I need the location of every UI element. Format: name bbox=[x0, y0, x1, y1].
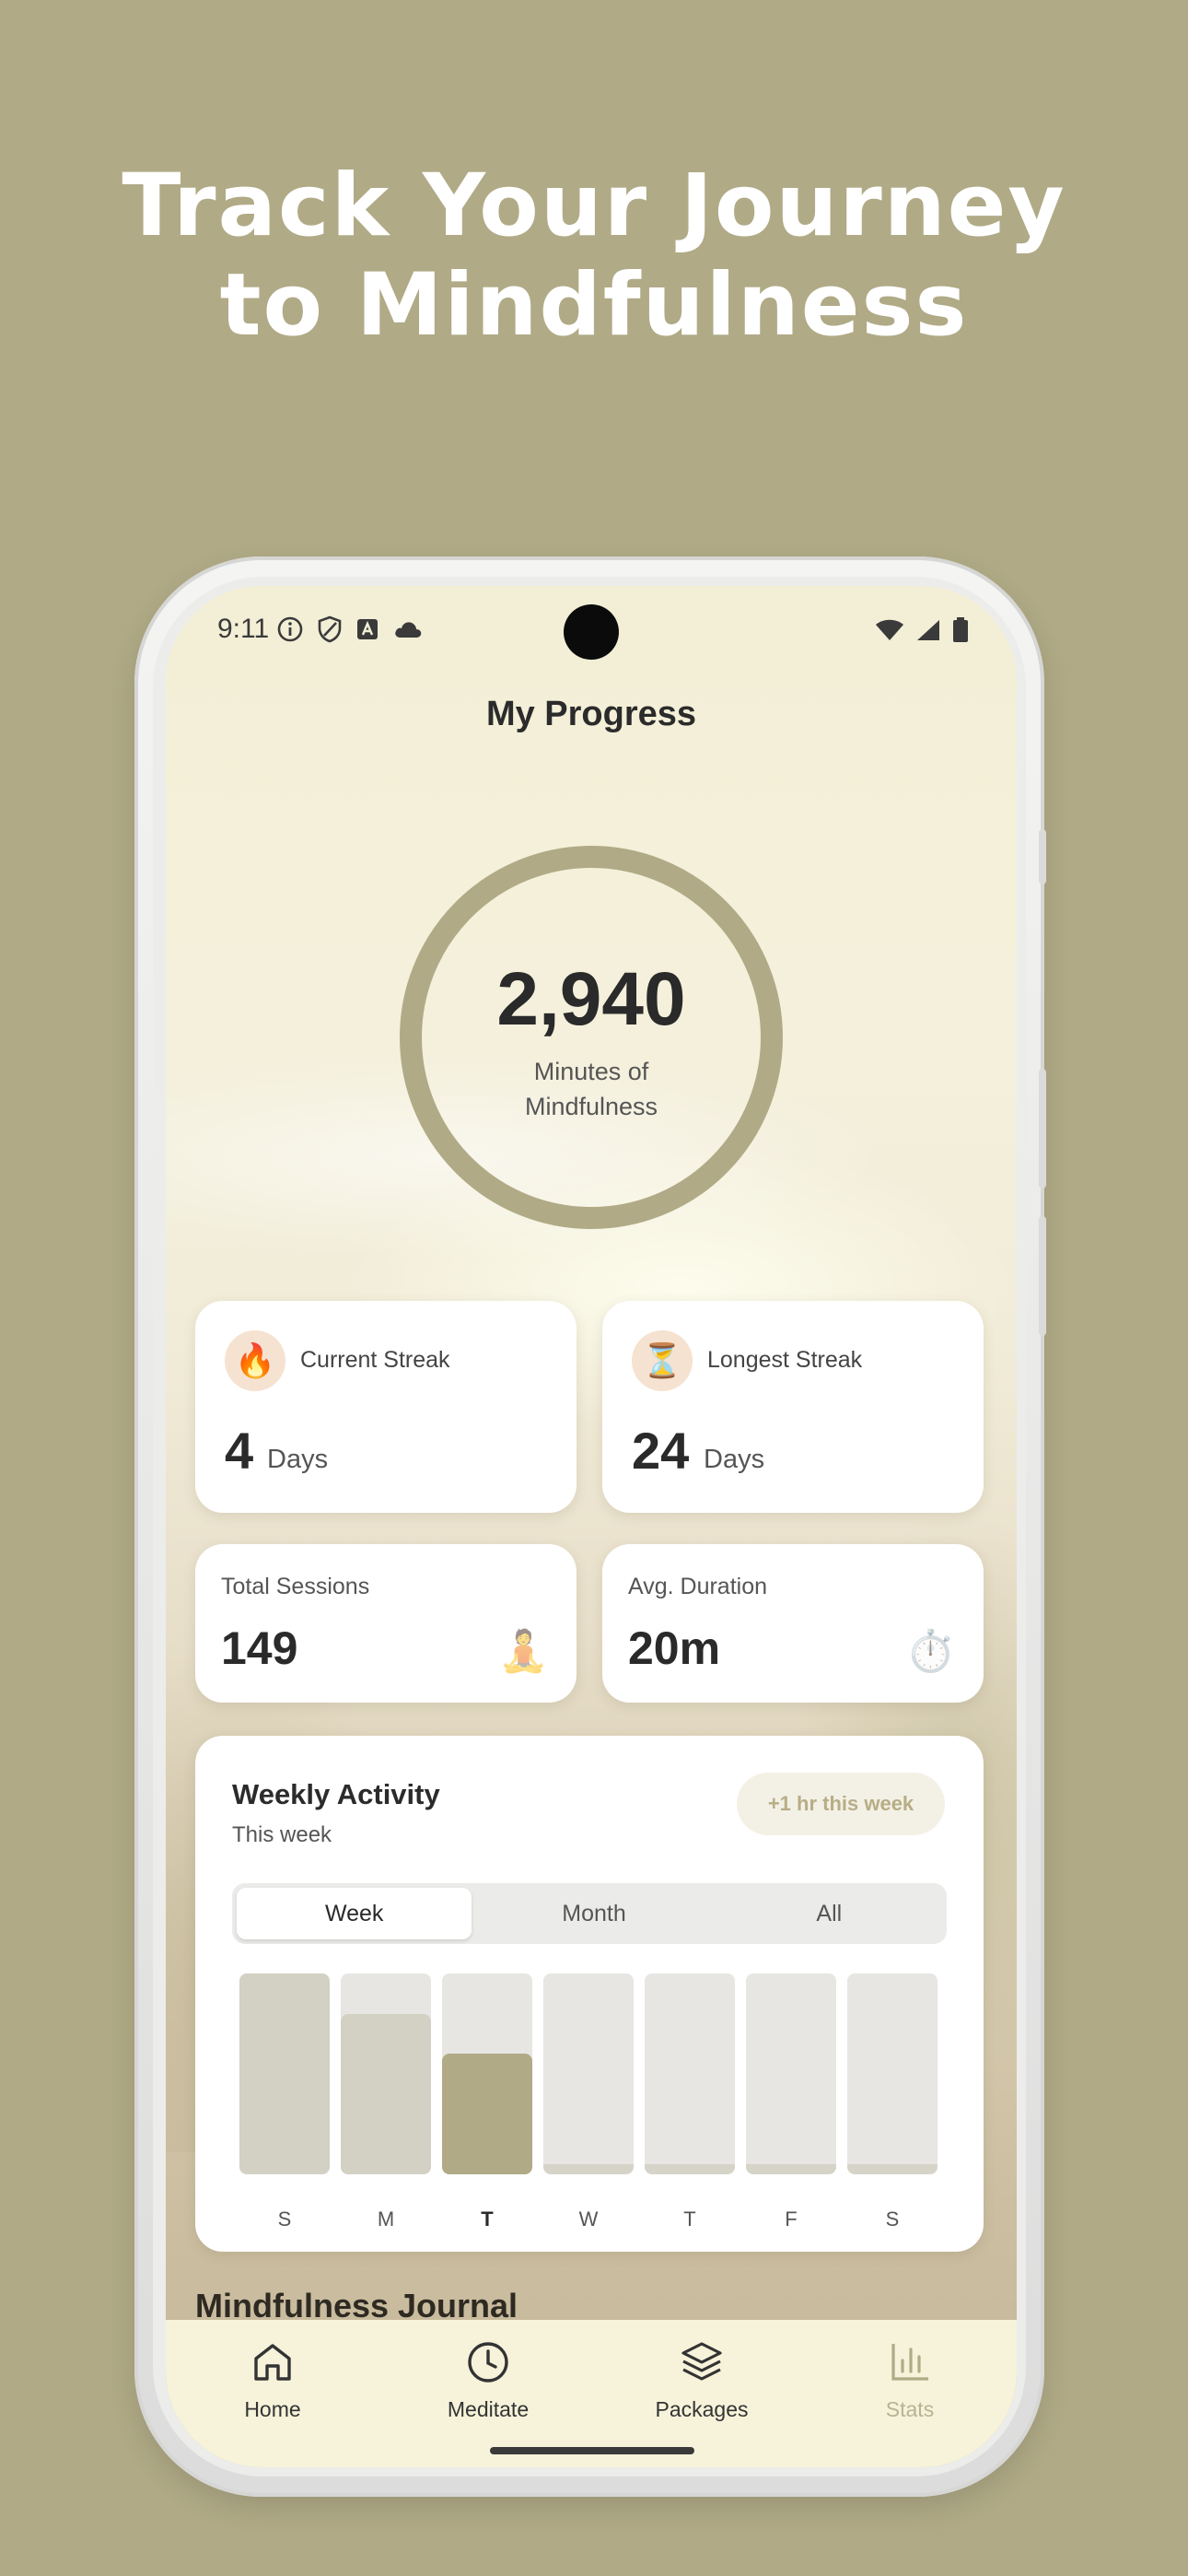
tab-home-label: Home bbox=[244, 2397, 301, 2421]
tab-meditate[interactable]: Meditate bbox=[396, 2338, 580, 2422]
bar-day-label: S bbox=[277, 2207, 292, 2231]
tab-packages[interactable]: Packages bbox=[610, 2338, 794, 2422]
weekly-activity-title: Weekly Activity bbox=[232, 1778, 440, 1810]
minutes-ring: 2,940 Minutes of Mindfulness bbox=[400, 846, 783, 1229]
cloud-icon bbox=[395, 622, 422, 638]
bar-6[interactable] bbox=[847, 1973, 938, 2174]
bar-fill-1 bbox=[341, 2014, 431, 2174]
avg-duration-label: Avg. Duration bbox=[628, 1574, 768, 1599]
hourglass-icon: ⏳ bbox=[632, 1330, 693, 1391]
phone-side-button bbox=[1039, 829, 1046, 884]
meditation-icon: 🧘 bbox=[498, 1628, 549, 1675]
home-indicator[interactable] bbox=[490, 2447, 694, 2454]
page-title: My Progress bbox=[485, 695, 697, 733]
bar-fill-2 bbox=[442, 2054, 532, 2174]
minutes-label: Minutes of Mindfulness bbox=[524, 1058, 658, 1120]
status-time: 9:11 bbox=[217, 614, 270, 644]
bar-day-label: T bbox=[481, 2207, 494, 2231]
status-bar: 9:11 bbox=[166, 586, 1017, 674]
period-segmented-control: Week Month All bbox=[232, 1883, 947, 1944]
longest-streak-value: 24 bbox=[632, 1422, 690, 1480]
bar-2[interactable] bbox=[442, 1973, 532, 2174]
bar-fill-6 bbox=[847, 2164, 938, 2174]
fire-icon: 🔥 bbox=[225, 1330, 285, 1391]
weekly-bar-chart: SMTWTFS bbox=[239, 1973, 943, 2237]
bar-day-label: T bbox=[683, 2207, 696, 2231]
signal-icon bbox=[917, 620, 939, 640]
weekly-change-badge: +1 hr this week bbox=[737, 1773, 945, 1835]
current-streak-value: 4 bbox=[225, 1422, 254, 1480]
total-sessions-value: 149 bbox=[221, 1622, 298, 1674]
total-sessions-label: Total Sessions bbox=[221, 1574, 370, 1599]
bar-fill-4 bbox=[645, 2164, 735, 2174]
longest-streak-card[interactable]: ⏳ Longest Streak 24 Days bbox=[602, 1301, 984, 1513]
tab-month[interactable]: Month bbox=[476, 1883, 711, 1944]
headline-line-1: Track Your Journey bbox=[122, 156, 1066, 256]
bar-fill-5 bbox=[746, 2164, 836, 2174]
bar-day-label: S bbox=[885, 2207, 900, 2231]
current-streak-unit: Days bbox=[267, 1445, 329, 1474]
current-streak-label: Current Streak bbox=[300, 1347, 450, 1373]
longest-streak-unit: Days bbox=[704, 1445, 765, 1474]
phone-side-button bbox=[1039, 1069, 1046, 1188]
tab-meditate-label: Meditate bbox=[447, 2397, 530, 2421]
weekly-activity-subtitle: This week bbox=[232, 1822, 332, 1847]
stopwatch-icon: ⏱️ bbox=[905, 1628, 956, 1675]
phone-side-button bbox=[1039, 1216, 1046, 1336]
tab-packages-label: Packages bbox=[655, 2397, 749, 2421]
bar-day-label: W bbox=[578, 2207, 599, 2231]
avg-duration-value: 20m bbox=[628, 1622, 721, 1674]
wifi-icon bbox=[876, 619, 903, 640]
tab-all[interactable]: All bbox=[712, 1883, 947, 1944]
tab-stats[interactable]: Stats bbox=[818, 2338, 1002, 2422]
bar-day-label: F bbox=[785, 2207, 798, 2231]
bar-fill-0 bbox=[239, 1973, 330, 2174]
clock-icon bbox=[468, 2342, 508, 2383]
longest-streak-label: Longest Streak bbox=[707, 1347, 863, 1373]
headline: Track Your Journey to Mindfulness bbox=[0, 157, 1188, 356]
tab-home[interactable]: Home bbox=[181, 2338, 365, 2422]
bar-4[interactable] bbox=[645, 1973, 735, 2174]
app-screen: 9:11 My Progress 2,940 Minutes of Mindfu… bbox=[166, 586, 1017, 2467]
total-sessions-card[interactable]: Total Sessions 149 🧘 bbox=[195, 1544, 577, 1703]
current-streak-card[interactable]: 🔥 Current Streak 4 Days bbox=[195, 1301, 577, 1513]
bar-0[interactable] bbox=[239, 1973, 330, 2174]
shield-icon bbox=[318, 615, 342, 643]
home-icon bbox=[254, 2344, 291, 2381]
bar-3[interactable] bbox=[543, 1973, 634, 2174]
avg-duration-card[interactable]: Avg. Duration 20m ⏱️ bbox=[602, 1544, 984, 1703]
front-camera bbox=[564, 604, 619, 660]
battery-icon bbox=[953, 617, 968, 642]
layers-icon bbox=[681, 2342, 722, 2381]
a-icon bbox=[357, 619, 378, 639]
bar-5[interactable] bbox=[746, 1973, 836, 2174]
tab-stats-label: Stats bbox=[885, 2397, 935, 2421]
minutes-value: 2,940 bbox=[496, 957, 686, 1041]
tab-week[interactable]: Week bbox=[237, 1888, 472, 1939]
info-icon bbox=[277, 616, 303, 642]
bar-fill-3 bbox=[543, 2164, 634, 2174]
bottom-tab-bar: Home Meditate Packages Stats bbox=[166, 2320, 1017, 2467]
bar-chart-icon bbox=[891, 2344, 928, 2381]
bar-1[interactable] bbox=[341, 1973, 431, 2174]
bar-day-label: M bbox=[377, 2207, 395, 2231]
weekly-activity-card: Weekly Activity This week +1 hr this wee… bbox=[195, 1736, 984, 2252]
headline-line-2: to Mindfulness bbox=[219, 255, 969, 356]
